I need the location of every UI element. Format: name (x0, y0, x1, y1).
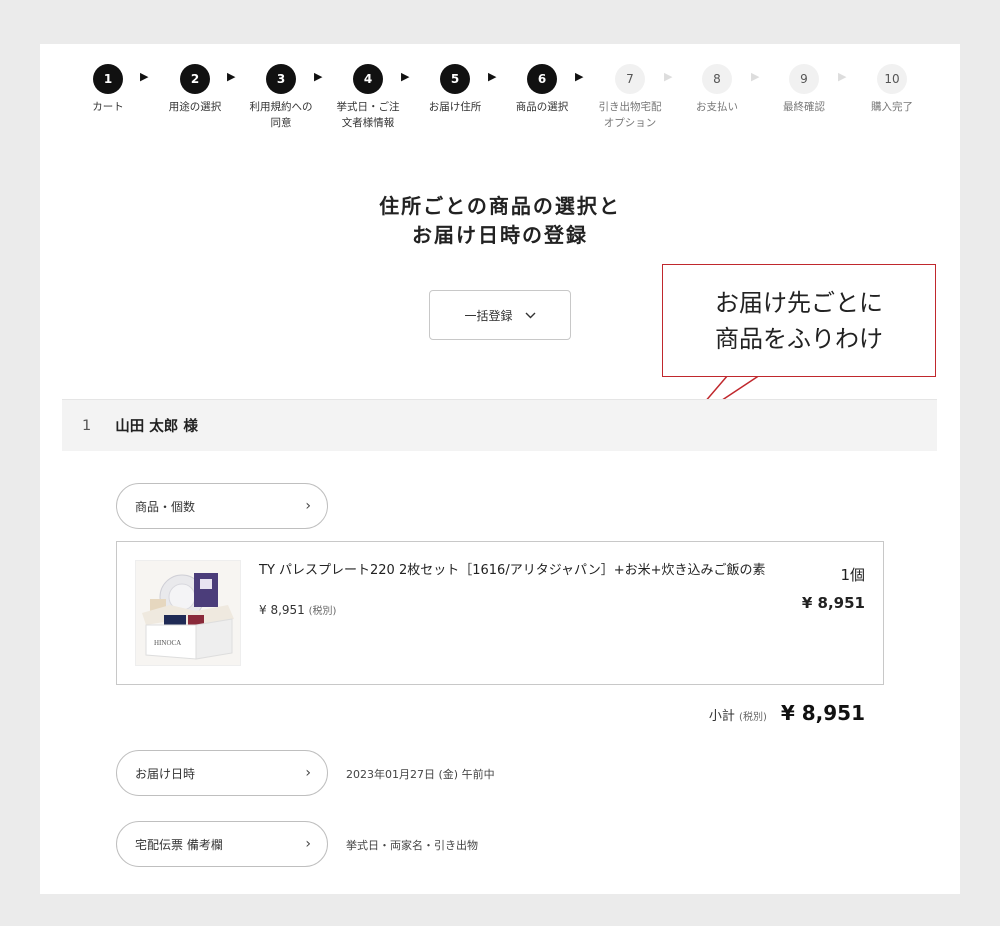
bulk-register-label: 一括登録 (464, 308, 513, 323)
recipient-name: 山田 太郎 様 (115, 419, 198, 435)
delivery-date-button[interactable]: お届け日時 › (116, 750, 328, 796)
chevron-down-icon (525, 308, 536, 322)
step-arrow-icon: ▶ (314, 70, 323, 83)
step-8: 8 お支払い (672, 64, 762, 115)
delivery-date-label: お届け日時 (135, 766, 196, 781)
chevron-right-icon: › (305, 765, 311, 781)
step-arrow-icon: ▶ (488, 70, 497, 83)
page-title: 住所ごとの商品の選択と お届け日時の登録 (40, 192, 960, 250)
chevron-right-icon: › (305, 498, 311, 514)
step-arrow-icon: ▶ (227, 70, 236, 83)
chevron-right-icon: › (305, 836, 311, 852)
step-5: 5 お届け住所 (410, 64, 500, 115)
step-number: 7 (615, 64, 645, 94)
step-label: 商品の選択 (515, 101, 569, 113)
product-image: HINOCA (135, 560, 241, 666)
callout-line1: お届け先ごとに (715, 288, 883, 317)
recipient-number: 1 (82, 417, 92, 434)
step-number: 10 (877, 64, 907, 94)
items-quantity-button[interactable]: 商品・個数 › (116, 483, 328, 529)
subtotal-tax: (税別) (739, 712, 767, 723)
step-number: 2 (180, 64, 210, 94)
subtotal-value: ¥ 8,951 (780, 701, 865, 725)
step-number: 4 (353, 64, 383, 94)
step-label: お支払い (696, 101, 738, 113)
step-3: 3 利用規約への 同意 (236, 64, 326, 131)
step-label: カート (92, 101, 124, 113)
step-label: お届け住所 (428, 101, 482, 113)
step-10: 10 購入完了 (847, 64, 937, 115)
shipping-note-button[interactable]: 宅配伝票 備考欄 › (116, 821, 328, 867)
subtotal-label: 小計 (708, 709, 735, 724)
step-label: 引き出物宅配 オプション (598, 101, 662, 129)
step-arrow-icon: ▶ (575, 70, 584, 83)
step-7: 7 引き出物宅配 オプション (585, 64, 675, 131)
step-4: 4 挙式日・ご注 文者様情報 (323, 64, 413, 131)
product-unit-price: ¥ 8,951 (税別) (259, 602, 336, 617)
subtotal-label-group: 小計 (税別) (709, 705, 767, 724)
step-number: 6 (527, 64, 557, 94)
step-9: 9 最終確認 (759, 64, 849, 115)
page-title-line2: お届け日時の登録 (412, 223, 588, 247)
shipping-note-value: 挙式日・両家名・引き出物 (346, 839, 478, 852)
checkout-panel: 1 カート ▶ 2 用途の選択 ▶ 3 利用規約への 同意 ▶ 4 挙式日・ご注… (40, 44, 960, 894)
delivery-date-value: 2023年01月27日 (金) 午前中 (346, 768, 495, 781)
step-6: 6 商品の選択 (497, 64, 587, 115)
step-arrow-icon: ▶ (140, 70, 149, 83)
step-number: 3 (266, 64, 296, 94)
shipping-note-label: 宅配伝票 備考欄 (135, 837, 223, 852)
callout-line2: 商品をふりわけ (715, 324, 883, 353)
product-card: HINOCA TY パレスプレート220 2枚セット［1616/アリタジャパン］… (116, 541, 884, 685)
product-price-tax: (税別) (308, 606, 337, 617)
step-number: 5 (440, 64, 470, 94)
product-name: TY パレスプレート220 2枚セット［1616/アリタジャパン］+お米+炊き込… (259, 563, 766, 578)
step-label: 利用規約への 同意 (249, 101, 313, 129)
step-label: 最終確認 (783, 101, 825, 113)
step-number: 1 (93, 64, 123, 94)
subtotal: 小計 (税別) ¥ 8,951 (709, 701, 865, 725)
step-arrow-icon: ▶ (838, 70, 847, 83)
product-image-brand-text: HINOCA (154, 639, 181, 647)
step-label: 用途の選択 (168, 101, 222, 113)
step-number: 9 (789, 64, 819, 94)
product-quantity: 1個 (840, 566, 865, 584)
product-price-value: ¥ 8,951 (259, 603, 305, 617)
step-arrow-icon: ▶ (401, 70, 410, 83)
recipient-header: 1 山田 太郎 様 (62, 399, 937, 451)
step-number: 8 (702, 64, 732, 94)
bulk-register-button[interactable]: 一括登録 (429, 290, 571, 340)
step-label: 挙式日・ご注 文者様情報 (336, 101, 400, 129)
page-title-line1: 住所ごとの商品の選択と (379, 194, 621, 218)
items-quantity-label: 商品・個数 (135, 499, 196, 514)
product-total: ¥ 8,951 (801, 594, 865, 612)
step-label: 購入完了 (871, 101, 913, 113)
annotation-callout: お届け先ごとに 商品をふりわけ (662, 264, 936, 377)
